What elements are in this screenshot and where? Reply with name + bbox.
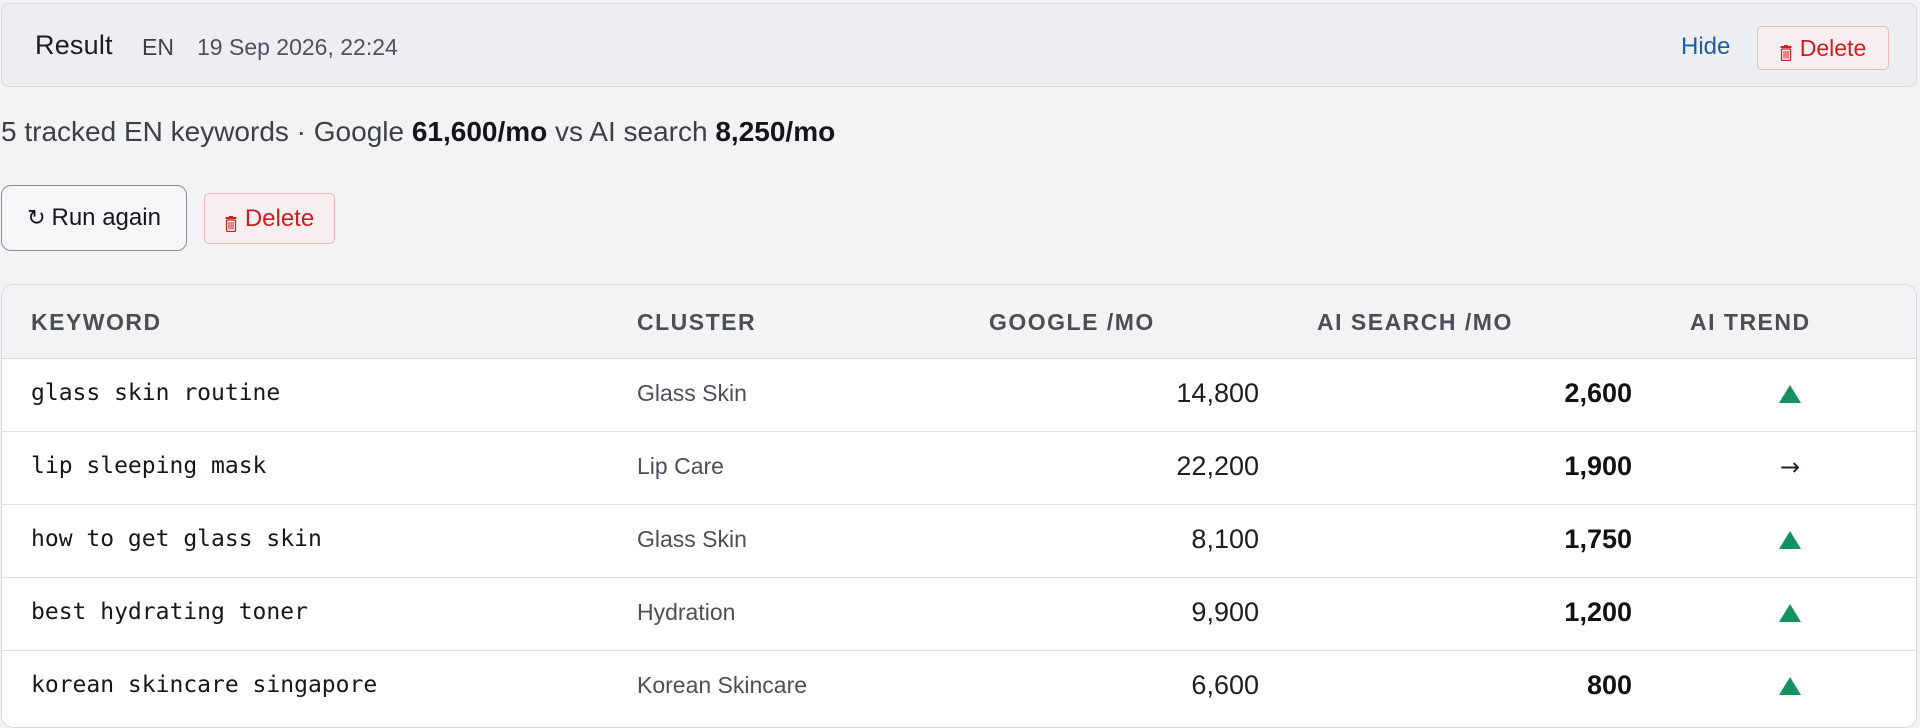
triangle-up-icon (1778, 671, 1802, 701)
column-header-ai-trend: AI TREND (1690, 309, 1811, 335)
keyword-cell: glass skin routine (31, 380, 281, 406)
header-delete-label: Delete (1799, 34, 1867, 61)
google-volume-cell: 9,900 (1191, 597, 1259, 627)
cluster-cell: Hydration (637, 599, 736, 625)
keyword-cell: how to get glass skin (31, 526, 322, 552)
column-header-ai-search: AI SEARCH /MO (1317, 309, 1513, 335)
refresh-icon: ↻ (27, 205, 46, 231)
run-again-label: Run again (51, 204, 161, 231)
trash-icon (225, 211, 237, 232)
delete-label: Delete (244, 204, 315, 232)
ai-volume-cell: 1,900 (1564, 451, 1632, 481)
keyword-cell: best hydrating toner (31, 599, 308, 625)
table-row: how to get glass skin Glass Skin 8,100 1,75… (2, 505, 1916, 578)
cluster-cell: Glass Skin (637, 526, 747, 552)
ai-volume-cell: 2,600 (1564, 378, 1632, 408)
triangle-up-icon (1778, 525, 1802, 555)
arrow-right-icon: → (1779, 453, 1801, 481)
column-header-keyword: KEYWORD (31, 309, 162, 335)
table-row: lip sleeping mask Lip Care 22,200 1,900 → (2, 432, 1916, 505)
result-header: Result EN 19 Sep 2026, 22:24 Hide Delete (1, 3, 1917, 87)
header-delete-button[interactable]: Delete (1757, 26, 1889, 70)
run-again-button[interactable]: ↻ Run again (1, 185, 187, 251)
table-header: KEYWORD CLUSTER GOOGLE /MO AI SEARCH /MO… (2, 285, 1916, 359)
table-row: best hydrating toner Hydration 9,900 1,200 (2, 578, 1916, 651)
table-row: glass skin routine Glass Skin 14,800 2,600 (2, 359, 1916, 432)
cluster-cell: Lip Care (637, 453, 724, 479)
triangle-up-icon (1778, 598, 1802, 628)
ai-total: 8,250/mo (715, 116, 836, 147)
ai-volume-cell: 800 (1586, 670, 1632, 700)
table-body: glass skin routine Glass Skin 14,800 2,600 l… (2, 359, 1916, 723)
google-volume-cell: 6,600 (1191, 670, 1259, 700)
column-header-cluster: CLUSTER (637, 309, 757, 335)
trash-icon (1780, 40, 1792, 62)
cluster-cell: Glass Skin (637, 380, 747, 406)
google-volume-cell: 8,100 (1191, 524, 1259, 554)
delete-button[interactable]: Delete (204, 193, 335, 244)
keyword-cell: korean skincare singapore (31, 672, 378, 698)
result-title: Result (35, 30, 113, 60)
google-total: 61,600/mo (411, 116, 548, 147)
language-badge: EN (142, 34, 174, 60)
triangle-up-icon (1778, 379, 1802, 409)
hide-link[interactable]: Hide (1681, 33, 1730, 61)
summary-middle: vs AI search (547, 116, 716, 147)
google-volume-cell: 14,800 (1176, 378, 1259, 408)
keyword-cell: lip sleeping mask (31, 453, 267, 479)
google-volume-cell: 22,200 (1176, 451, 1259, 481)
summary-prefix: 5 tracked EN keywords · Google (1, 116, 412, 147)
summary-line: 5 tracked EN keywords · Google 61,600/mo… (1, 116, 835, 148)
table-row: korean skincare singapore Korean Skincare… (2, 651, 1916, 723)
ai-volume-cell: 1,200 (1564, 597, 1632, 627)
column-header-google: GOOGLE /MO (989, 309, 1155, 335)
result-timestamp: 19 Sep 2026, 22:24 (197, 34, 398, 60)
ai-volume-cell: 1,750 (1564, 524, 1632, 554)
cluster-cell: Korean Skincare (637, 672, 808, 698)
keywords-table: KEYWORD CLUSTER GOOGLE /MO AI SEARCH /MO… (1, 284, 1917, 728)
